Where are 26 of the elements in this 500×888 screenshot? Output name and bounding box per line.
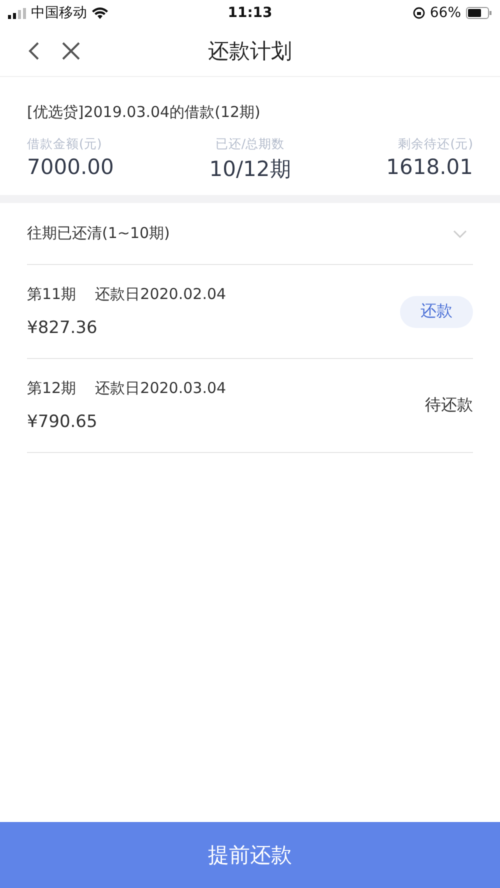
stat-value: 10/12期: [209, 156, 291, 183]
battery-percent: 66%: [430, 5, 462, 21]
wifi-icon: [92, 7, 108, 19]
installment-amount: ¥790.65: [27, 412, 98, 432]
stat-value: 7000.00: [27, 155, 114, 179]
installment-info: 第11期 还款日2020.02.04: [27, 285, 226, 304]
clock-time: 11:13: [228, 5, 272, 21]
chevron-icon: [453, 230, 467, 238]
paid-periods-toggle[interactable]: 往期已还清(1~10期): [27, 203, 473, 265]
stat-label: 已还/总期数: [215, 136, 285, 153]
page-title: 还款计划: [208, 38, 292, 65]
carrier-name: 中国移动: [31, 4, 87, 22]
stat-value: 1618.01: [386, 155, 473, 179]
back-icon: [28, 41, 40, 61]
battery-icon: [466, 7, 492, 19]
signal-icon: [8, 8, 26, 18]
stat-label: 借款金额(元): [27, 136, 102, 153]
loan-title: [优选贷]2019.03.04的借款(12期): [27, 103, 262, 122]
prepay-button[interactable]: 提前还款: [0, 822, 500, 888]
installment-status: 待还款: [425, 395, 473, 416]
installment-info: 第12期 还款日2020.03.04: [27, 379, 226, 398]
close-icon: [62, 42, 80, 60]
repay-button[interactable]: 还款: [400, 296, 473, 328]
rotation-lock-icon: [412, 7, 425, 19]
stat-label: 剩余待还(元): [398, 136, 473, 153]
installment-amount: ¥827.36: [27, 318, 98, 338]
